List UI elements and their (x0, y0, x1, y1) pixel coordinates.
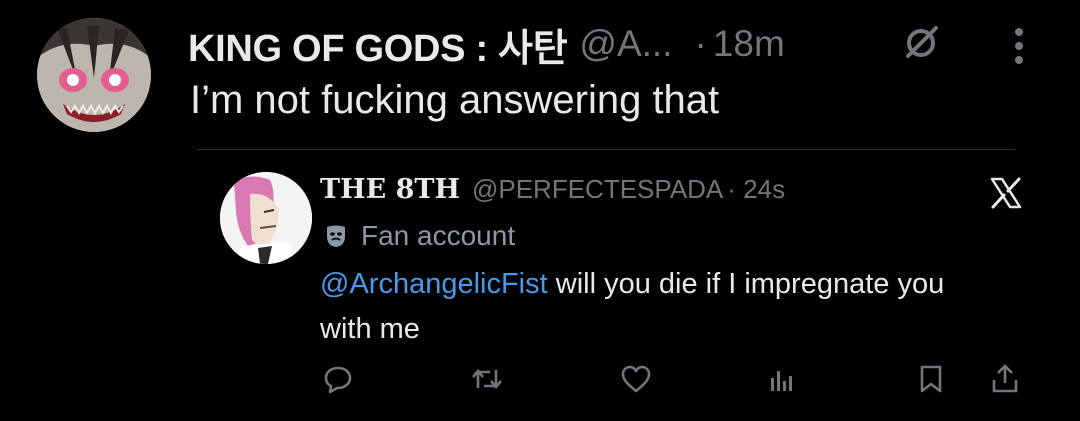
separator-dot: · (694, 23, 707, 64)
reply-icon[interactable] (323, 364, 353, 394)
divider (197, 149, 1015, 150)
tweet-text: I’m not fucking answering that (190, 78, 720, 122)
timestamp[interactable]: 18m (713, 23, 785, 65)
share-icon[interactable] (990, 364, 1020, 394)
display-name[interactable]: KING OF GODS : 사탄 (188, 17, 568, 72)
user-handle[interactable]: @A... (579, 23, 672, 65)
views-icon[interactable] (769, 364, 795, 394)
mask-icon (327, 225, 345, 247)
fan-account-badge: Fan account (325, 220, 515, 252)
quoted-text: @ArchangelicFist will you die if I impre… (320, 262, 1000, 352)
quoted-avatar[interactable] (220, 172, 312, 264)
quoted-display-name[interactable]: THE 8TH (320, 174, 460, 205)
x-logo-icon (989, 176, 1023, 210)
tweet-header: KING OF GODS : 사탄 @A... · 18m (188, 18, 785, 70)
no-entry-icon (902, 22, 942, 62)
quoted-header: THE 8TH @PERFECTESPADA · 24s (320, 174, 785, 205)
quoted-handle[interactable]: @PERFECTESPADA (472, 174, 723, 205)
fan-account-label: Fan account (361, 220, 516, 251)
quoted-avatar-image (220, 172, 312, 264)
quoted-timestamp[interactable]: · 24s (727, 174, 785, 205)
retweet-icon[interactable] (470, 364, 504, 394)
more-icon[interactable] (1006, 26, 1032, 66)
avatar-image (37, 18, 151, 132)
bookmark-icon[interactable] (918, 364, 944, 394)
avatar[interactable] (37, 18, 151, 132)
like-icon[interactable] (620, 364, 652, 394)
mention-link[interactable]: @ArchangelicFist (320, 268, 548, 300)
